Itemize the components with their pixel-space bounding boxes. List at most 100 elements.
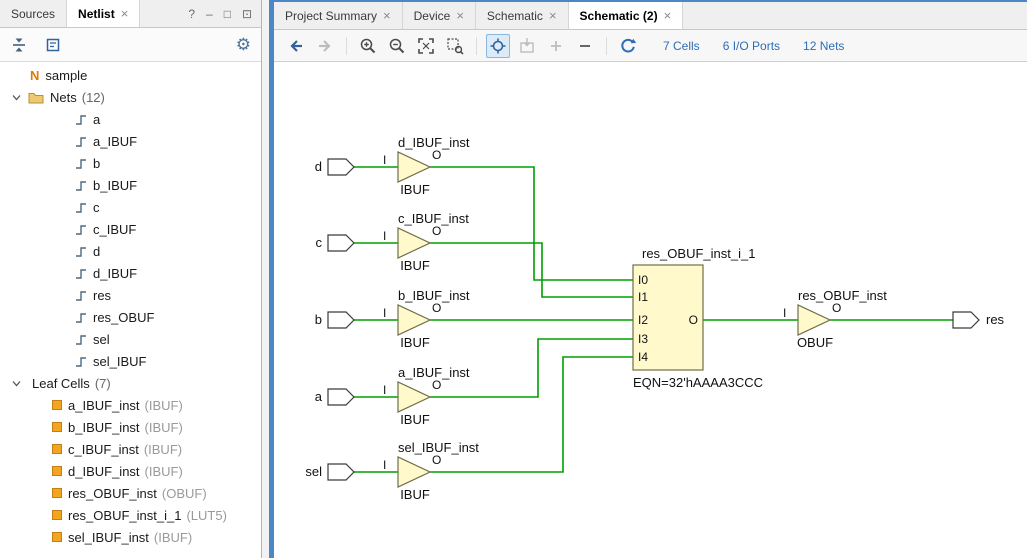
schematic-panel: Project Summary × Device × Schematic × S… bbox=[274, 0, 1027, 558]
tree-item-cell-res_OBUF_inst[interactable]: res_OBUF_inst (OBUF) bbox=[0, 482, 261, 504]
ibuf-sel-cell[interactable] bbox=[398, 457, 430, 487]
tab-schematic[interactable]: Schematic × bbox=[476, 2, 569, 29]
gear-icon[interactable]: ⚙ bbox=[236, 36, 251, 53]
obuf-cell[interactable] bbox=[798, 305, 830, 335]
nets-count-link[interactable]: 12 Nets bbox=[803, 39, 844, 53]
tree-count: (7) bbox=[95, 376, 111, 391]
collapse-cone-icon[interactable] bbox=[573, 34, 597, 58]
zoom-out-icon[interactable] bbox=[385, 34, 409, 58]
tab-schematic-2[interactable]: Schematic (2) × bbox=[569, 2, 684, 29]
dock-selection-icon[interactable] bbox=[515, 34, 539, 58]
cell-type-label: (OBUF) bbox=[162, 486, 207, 501]
output-port-res[interactable] bbox=[953, 312, 979, 328]
cell-type-label: OBUF bbox=[797, 335, 833, 350]
tree-label: res bbox=[93, 288, 111, 303]
net-icon bbox=[74, 311, 87, 324]
netlist-tab-bar: Sources Netlist × ? – □ ⊡ bbox=[0, 0, 261, 28]
expand-cone-icon[interactable] bbox=[544, 34, 568, 58]
tree-item-cell-b_IBUF_inst[interactable]: b_IBUF_inst (IBUF) bbox=[0, 416, 261, 438]
tree-item-net-a_IBUF[interactable]: a_IBUF bbox=[0, 130, 261, 152]
tree-item-net-d_IBUF[interactable]: d_IBUF bbox=[0, 262, 261, 284]
dock-icon[interactable]: ⊡ bbox=[242, 7, 252, 21]
minimize-icon[interactable]: – bbox=[206, 7, 213, 21]
tree-item-net-c[interactable]: c bbox=[0, 196, 261, 218]
schematic-canvas[interactable]: d I O d_IBUF_inst IBUF c I O c_IBUF_inst… bbox=[274, 62, 1027, 558]
tree-item-cell-d_IBUF_inst[interactable]: d_IBUF_inst (IBUF) bbox=[0, 460, 261, 482]
io-ports-count-link[interactable]: 6 I/O Ports bbox=[723, 39, 780, 53]
cell-type-label: IBUF bbox=[400, 335, 430, 350]
tree-label: d_IBUF_inst bbox=[68, 464, 140, 479]
regenerate-icon[interactable] bbox=[616, 34, 640, 58]
ibuf-c-cell[interactable] bbox=[398, 228, 430, 258]
tree-item-net-a[interactable]: a bbox=[0, 108, 261, 130]
help-icon[interactable]: ? bbox=[188, 7, 195, 21]
tab-label: Schematic (2) bbox=[580, 9, 658, 23]
tree-label: Nets bbox=[50, 90, 77, 105]
input-port-a[interactable] bbox=[328, 389, 354, 405]
forward-arrow-icon[interactable] bbox=[313, 34, 337, 58]
schematic-toolbar: 7 Cells 6 I/O Ports 12 Nets bbox=[274, 30, 1027, 62]
tree-item-cell-a_IBUF_inst[interactable]: a_IBUF_inst (IBUF) bbox=[0, 394, 261, 416]
ibuf-d-cell[interactable] bbox=[398, 152, 430, 182]
pin-label-o: O bbox=[689, 313, 698, 327]
equation-label: EQN=32'hAAAA3CCC bbox=[633, 375, 763, 390]
vivado-window: Sources Netlist × ? – □ ⊡ bbox=[0, 0, 1027, 558]
hierarchy-view-icon[interactable] bbox=[44, 36, 62, 54]
close-icon[interactable]: × bbox=[549, 9, 557, 22]
netlist-tree: N sample Nets (12) a a_IBUF bbox=[0, 62, 261, 558]
tab-device[interactable]: Device × bbox=[403, 2, 476, 29]
close-icon[interactable]: × bbox=[664, 9, 672, 22]
ibuf-a-cell[interactable] bbox=[398, 382, 430, 412]
tree-item-net-res_OBUF[interactable]: res_OBUF bbox=[0, 306, 261, 328]
pin-label-i: I bbox=[383, 458, 386, 472]
input-port-b[interactable] bbox=[328, 312, 354, 328]
tab-sources[interactable]: Sources bbox=[0, 0, 67, 27]
folder-icon bbox=[28, 91, 44, 104]
tree-label: b_IBUF bbox=[93, 178, 137, 193]
close-icon[interactable]: × bbox=[456, 9, 464, 22]
tree-count: (12) bbox=[82, 90, 105, 105]
collapse-all-icon[interactable] bbox=[10, 36, 28, 54]
back-arrow-icon[interactable] bbox=[284, 34, 308, 58]
cells-count-link[interactable]: 7 Cells bbox=[663, 39, 700, 53]
tree-label: sel bbox=[93, 332, 110, 347]
zoom-selection-icon[interactable] bbox=[443, 34, 467, 58]
tree-item-cell-sel_IBUF_inst[interactable]: sel_IBUF_inst (IBUF) bbox=[0, 526, 261, 548]
ibuf-b-cell[interactable] bbox=[398, 305, 430, 335]
tree-group-nets[interactable]: Nets (12) bbox=[0, 86, 261, 108]
tree-item-net-sel[interactable]: sel bbox=[0, 328, 261, 350]
instance-name-label: res_OBUF_inst bbox=[798, 288, 887, 303]
tree-item-net-res[interactable]: res bbox=[0, 284, 261, 306]
tree-label: c_IBUF_inst bbox=[68, 442, 139, 457]
pin-label-i4: I4 bbox=[638, 350, 648, 364]
tree-label: d bbox=[93, 244, 100, 259]
tree-item-cell-res_OBUF_inst_i_1[interactable]: res_OBUF_inst_i_1 (LUT5) bbox=[0, 504, 261, 526]
pin-label-o: O bbox=[432, 453, 441, 467]
input-port-sel[interactable] bbox=[328, 464, 354, 480]
tree-item-net-d[interactable]: d bbox=[0, 240, 261, 262]
cell-icon bbox=[52, 422, 62, 432]
zoom-fit-icon[interactable] bbox=[414, 34, 438, 58]
input-port-d[interactable] bbox=[328, 159, 354, 175]
tab-netlist[interactable]: Netlist × bbox=[67, 0, 140, 27]
tree-group-leaf-cells[interactable]: Leaf Cells (7) bbox=[0, 372, 261, 394]
input-port-c[interactable] bbox=[328, 235, 354, 251]
tree-item-sample[interactable]: N sample bbox=[0, 64, 261, 86]
tree-item-net-b[interactable]: b bbox=[0, 152, 261, 174]
maximize-icon[interactable]: □ bbox=[224, 7, 231, 21]
tree-item-cell-c_IBUF_inst[interactable]: c_IBUF_inst (IBUF) bbox=[0, 438, 261, 460]
tree-item-net-sel_IBUF[interactable]: sel_IBUF bbox=[0, 350, 261, 372]
close-icon[interactable]: × bbox=[121, 7, 129, 20]
tab-label: Schematic bbox=[487, 9, 543, 23]
tree-item-net-b_IBUF[interactable]: b_IBUF bbox=[0, 174, 261, 196]
chevron-down-icon[interactable] bbox=[12, 379, 26, 388]
tab-project-summary[interactable]: Project Summary × bbox=[274, 2, 403, 29]
chevron-down-icon[interactable] bbox=[12, 93, 26, 102]
zoom-in-icon[interactable] bbox=[356, 34, 380, 58]
tree-item-net-c_IBUF[interactable]: c_IBUF bbox=[0, 218, 261, 240]
tree-label: b_IBUF_inst bbox=[68, 420, 140, 435]
port-label: d bbox=[315, 159, 322, 174]
autofit-selection-icon[interactable] bbox=[486, 34, 510, 58]
tab-sources-label: Sources bbox=[11, 7, 55, 21]
close-icon[interactable]: × bbox=[383, 9, 391, 22]
